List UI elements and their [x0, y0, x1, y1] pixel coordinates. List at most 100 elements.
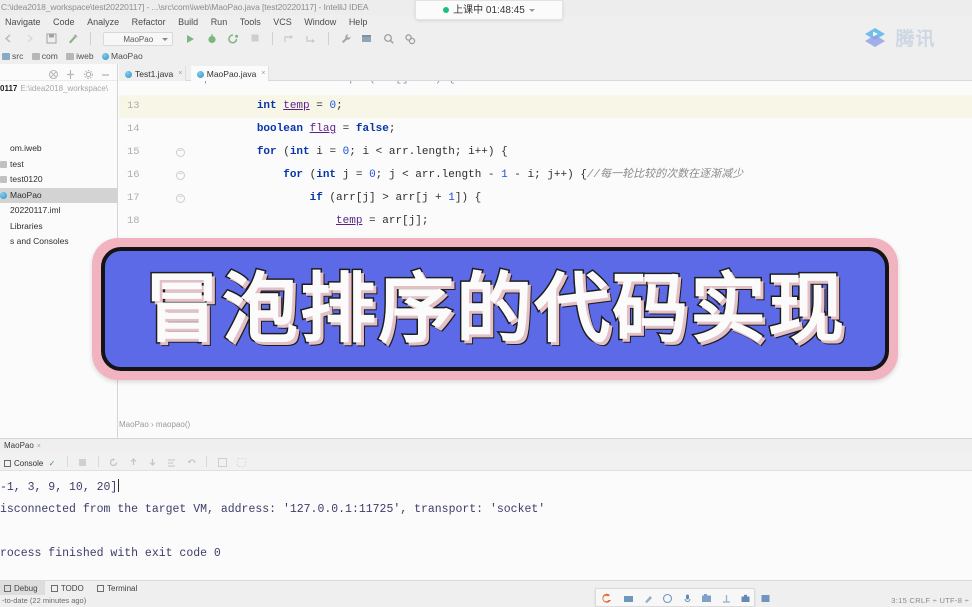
- code-line-partial-text: public static void maopao(int[] arr) {: [204, 81, 455, 91]
- forward-icon[interactable]: [21, 30, 38, 48]
- code-line: 14 boolean flag = false;: [119, 118, 972, 141]
- breadcrumb-iweb[interactable]: iweb: [64, 49, 97, 64]
- keyboard-icon[interactable]: [621, 591, 636, 606]
- print-icon[interactable]: [215, 454, 230, 470]
- close-icon-2[interactable]: ×: [261, 70, 265, 78]
- emoji-icon[interactable]: [660, 591, 675, 606]
- sidebar-item-label: Libraries: [10, 220, 43, 231]
- java-file-icon: [125, 71, 132, 79]
- menu-item-run[interactable]: Run: [206, 15, 233, 29]
- rerun-icon[interactable]: [75, 454, 90, 470]
- toolbox-icon[interactable]: [738, 591, 753, 606]
- sidebar-item-com-iweb[interactable]: om.iweb: [0, 141, 117, 157]
- sidebar-item-iml-file[interactable]: 20220117.iml: [0, 203, 117, 219]
- line-number: 16: [127, 169, 140, 181]
- up-icon[interactable]: [126, 454, 141, 470]
- vcs-update-icon[interactable]: [359, 30, 376, 48]
- overlay-banner: 冒泡排序的代码实现: [92, 238, 898, 380]
- run-tab-label: MaoPao: [4, 441, 34, 450]
- settings-icon[interactable]: [402, 30, 419, 48]
- run-tab-maopao[interactable]: MaoPao ×: [0, 439, 49, 454]
- sidebar-item-libraries[interactable]: Libraries: [0, 219, 117, 235]
- menu-icon[interactable]: [758, 591, 773, 606]
- close-icon[interactable]: ×: [178, 70, 182, 78]
- statusbar-button-label: Terminal: [107, 584, 138, 593]
- folder-icon-3: [66, 53, 75, 61]
- editor-breadcrumb[interactable]: MaoPao › maopao(): [119, 420, 190, 429]
- collapse-all-icon[interactable]: [48, 67, 61, 80]
- code-line: 16 − for (int j = 0; j < arr.length - 1 -…: [119, 164, 972, 187]
- breadcrumb-maopao[interactable]: MaoPao: [100, 49, 147, 64]
- sidebar-item-label: test0120: [10, 174, 43, 184]
- status-message: -to-date (22 minutes ago): [2, 596, 87, 605]
- code-line-text: int temp = 0;: [256, 100, 343, 112]
- menu-item-tools[interactable]: Tools: [235, 15, 266, 29]
- statusbar-button-terminal[interactable]: Terminal: [93, 581, 144, 596]
- menu-item-help[interactable]: Help: [344, 15, 373, 29]
- voice-icon[interactable]: [680, 591, 695, 606]
- run-coverage-icon[interactable]: [225, 30, 242, 48]
- run-icon[interactable]: [182, 30, 199, 48]
- status-indicators[interactable]: 3:15 CRLF ÷ UTF-8 ÷: [891, 596, 969, 605]
- console-output[interactable]: -1, 3, 9, 10, 20] isconnected from the ta…: [0, 471, 972, 581]
- breadcrumb-iweb-label: iweb: [76, 51, 94, 61]
- wrench-icon[interactable]: [337, 30, 354, 48]
- menu-item-refactor[interactable]: Refactor: [127, 15, 171, 29]
- clear-icon[interactable]: [234, 454, 249, 470]
- statusbar-button-debug[interactable]: Debug: [0, 581, 45, 596]
- line-number: 18: [127, 215, 140, 227]
- rerun2-icon[interactable]: [106, 454, 121, 470]
- build-icon[interactable]: [64, 30, 81, 48]
- sidebar-item-test0120[interactable]: test0120: [0, 172, 117, 188]
- fold-toggle-icon[interactable]: −: [176, 148, 185, 157]
- chevron-down-icon-2[interactable]: [528, 8, 535, 12]
- editor-tab-bar: Test1.java × MaoPao.java ×: [119, 64, 972, 83]
- menu-item-code[interactable]: Code: [48, 15, 80, 29]
- fold-toggle-icon[interactable]: −: [176, 194, 185, 203]
- soft-wrap-icon[interactable]: [164, 454, 179, 470]
- run-toolbar-separator-3: [206, 456, 208, 467]
- stop-icon: [246, 30, 263, 48]
- code-line: 18 temp = arr[j];: [119, 210, 972, 233]
- code-line-partial: public static void maopao(int[] arr) {: [119, 81, 972, 95]
- run-configuration-label: MaoPao: [123, 35, 154, 44]
- menu-item-vcs[interactable]: VCS: [268, 15, 297, 29]
- sogou-logo-icon[interactable]: [599, 591, 615, 606]
- tab-label: Test1.java: [135, 69, 174, 79]
- tencent-meeting-watermark: 腾讯: [862, 24, 935, 51]
- menu-item-analyze[interactable]: Analyze: [82, 15, 124, 29]
- down-icon[interactable]: [145, 454, 160, 470]
- debug-icon[interactable]: [203, 30, 220, 48]
- step-into-icon[interactable]: [302, 30, 319, 48]
- save-icon[interactable]: [43, 30, 60, 48]
- minimize-icon[interactable]: [100, 67, 113, 78]
- console-icon: [4, 460, 11, 468]
- code-line-text: boolean flag = false;: [256, 123, 396, 135]
- back-icon[interactable]: [0, 30, 17, 48]
- sidebar-item-test[interactable]: test: [0, 157, 117, 173]
- pen-icon[interactable]: [641, 591, 656, 606]
- menu-item-window[interactable]: Window: [299, 15, 341, 29]
- statusbar-button-todo[interactable]: TODO: [47, 581, 91, 596]
- run-configuration-selector[interactable]: MaoPao: [103, 32, 174, 46]
- close-icon-3[interactable]: ×: [37, 443, 41, 450]
- menu-item-build[interactable]: Build: [173, 15, 203, 29]
- breadcrumb-com[interactable]: com: [30, 49, 62, 64]
- sidebar-item-maopao[interactable]: MaoPao: [0, 187, 117, 203]
- sogou-ime-toolbar[interactable]: [595, 588, 770, 607]
- screenshot-icon[interactable]: [699, 591, 714, 606]
- expand-icon[interactable]: [65, 67, 78, 79]
- gear-icon[interactable]: [83, 67, 96, 79]
- step-over-icon[interactable]: [281, 30, 298, 48]
- status-bar: -to-date (22 minutes ago) 3:15 CRLF ÷ UT…: [0, 595, 972, 607]
- menu-item-navigate[interactable]: Navigate: [0, 15, 46, 29]
- undo-icon[interactable]: [184, 454, 199, 470]
- search-icon[interactable]: [380, 30, 397, 48]
- calc-icon[interactable]: [719, 591, 734, 606]
- run-panel-tabs: MaoPao ×: [0, 439, 972, 453]
- class-timer-widget[interactable]: 上课中 01:48:45: [415, 0, 563, 20]
- fold-toggle-icon[interactable]: −: [176, 171, 185, 180]
- line-number: 13: [127, 100, 140, 112]
- breadcrumb-src[interactable]: src: [0, 49, 27, 64]
